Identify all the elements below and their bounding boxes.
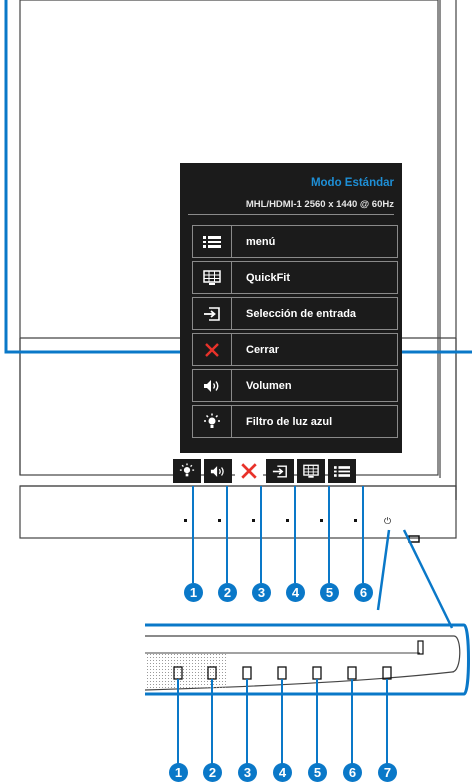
blue-light-icon: [179, 463, 195, 477]
osd-item-quickfit[interactable]: QuickFit: [192, 261, 398, 294]
callout-badge: 5: [320, 583, 339, 602]
bottom-callout-leaders: [177, 679, 388, 765]
osd-item-label: QuickFit: [246, 271, 291, 284]
detail-leader: [376, 529, 454, 629]
osd-item-list: menú QuickFit Selección de entrada Cerra…: [192, 225, 398, 441]
osd-item-label: menú: [246, 235, 276, 248]
quickfit-icon: [303, 464, 319, 478]
callout-badge: 2: [203, 763, 222, 782]
osd-item-label: Filtro de luz azul: [246, 415, 333, 428]
osd-menu: Modo Estándar MHL/HDMI-1 2560 x 1440 @ 6…: [180, 163, 402, 453]
resolution-info: MHL/HDMI-1 2560 x 1440 @ 60Hz: [245, 199, 394, 210]
osd-item-label: Cerrar: [246, 343, 280, 356]
close-icon: [241, 463, 257, 479]
key-quickfit[interactable]: [297, 459, 325, 483]
callout-badge: 4: [286, 583, 305, 602]
power-icon: ⏻: [384, 516, 392, 526]
key-close[interactable]: [235, 459, 263, 483]
menu-icon: [193, 226, 232, 257]
quickfit-icon: [193, 262, 232, 293]
callout-badge: 2: [218, 583, 237, 602]
bezel-key-dots: [184, 519, 357, 522]
blue-light-icon: [193, 406, 232, 437]
close-icon: [193, 334, 232, 365]
divider: [188, 214, 394, 215]
hotkey-icon-bar: [173, 459, 356, 483]
top-callout-leaders: [192, 486, 364, 583]
key-blue-light[interactable]: [173, 459, 201, 483]
callout-badge: 7: [378, 763, 397, 782]
osd-item-close[interactable]: Cerrar: [192, 333, 398, 366]
key-input-select[interactable]: [266, 459, 294, 483]
callout-badge: 5: [308, 763, 327, 782]
osd-item-menu[interactable]: menú: [192, 225, 398, 258]
callout-badge: 6: [343, 763, 362, 782]
osd-item-label: Volumen: [246, 379, 292, 392]
input-select-icon: [272, 464, 287, 478]
osd-item-blue-light[interactable]: Filtro de luz azul: [192, 405, 398, 438]
key-menu[interactable]: [328, 459, 356, 483]
input-select-icon: [193, 298, 232, 329]
key-volume[interactable]: [204, 459, 232, 483]
side-detail-view: [144, 623, 470, 765]
mode-title: Modo Estándar: [310, 177, 394, 189]
osd-item-label: Selección de entrada: [246, 307, 357, 320]
callout-badge: 3: [252, 583, 271, 602]
callout-badge: 3: [238, 763, 257, 782]
volume-icon: [193, 370, 232, 401]
volume-icon: [210, 465, 224, 477]
callout-badge: 1: [184, 583, 203, 602]
callout-badge: 1: [169, 763, 188, 782]
callout-badge: 6: [354, 583, 373, 602]
osd-item-volume[interactable]: Volumen: [192, 369, 398, 402]
osd-item-input-select[interactable]: Selección de entrada: [192, 297, 398, 330]
menu-icon: [334, 465, 350, 477]
callout-badge: 4: [273, 763, 292, 782]
